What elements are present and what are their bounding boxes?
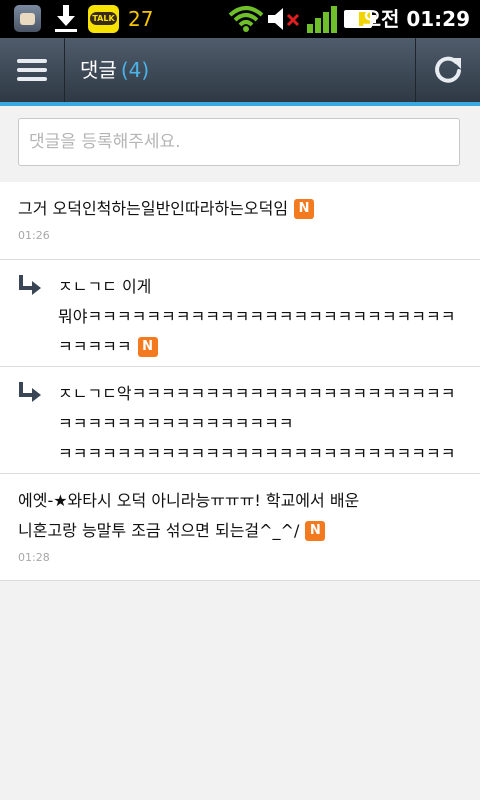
comment-composer [0,106,480,183]
comment-timestamp: 01:28 [18,551,50,564]
comment-item[interactable]: 에엣-★와타시 오덕 아니라능ㅠㅠㅠ! 학교에서 배운니혼고랑 능말투 조금 섞… [0,474,480,581]
kakao-label: TALK [90,12,117,25]
new-badge: N [137,337,158,357]
comment-input[interactable] [18,118,460,166]
comment-text-line: 뭐야ㅋㅋㅋㅋㅋㅋㅋㅋㅋㅋㅋㅋㅋㅋㅋㅋㅋㅋㅋㅋㅋㅋㅋㅋㅋㅋㅋㅋㅋㅋ [58,307,456,356]
comment-body: 에엣-★와타시 오덕 아니라능ㅠㅠㅠ! 학교에서 배운니혼고랑 능말투 조금 섞… [18,486,466,566]
comment-body: ㅈㄴㄱㄷ 이게뭐야ㅋㅋㅋㅋㅋㅋㅋㅋㅋㅋㅋㅋㅋㅋㅋㅋㅋㅋㅋㅋㅋㅋㅋㅋㅋㅋㅋㅋㅋㅋ N… [58,272,466,382]
reply-arrow-icon [19,275,41,295]
comment-text: ㅈㄴㄱㄷ악ㅋㅋㅋㅋㅋㅋㅋㅋㅋㅋㅋㅋㅋㅋㅋㅋㅋㅋㅋㅋㅋㅋㅋㅋㅋㅋㅋㅋㅋㅋㅋㅋㅋㅋㅋ… [58,379,466,439]
comment-text: 뭐야ㅋㅋㅋㅋㅋㅋㅋㅋㅋㅋㅋㅋㅋㅋㅋㅋㅋㅋㅋㅋㅋㅋㅋㅋㅋㅋㅋㅋㅋㅋ N [58,302,466,362]
new-badge: N [294,199,315,219]
page-title-text: 댓글 [80,58,117,82]
download-icon [55,5,77,32]
reply-item[interactable]: ㅈㄴㄱㄷ 이게뭐야ㅋㅋㅋㅋㅋㅋㅋㅋㅋㅋㅋㅋㅋㅋㅋㅋㅋㅋㅋㅋㅋㅋㅋㅋㅋㅋㅋㅋㅋㅋ N… [0,260,480,380]
comment-text: ㅈㄴㄱㄷ 이게 [58,272,466,302]
signal-icon [307,6,337,33]
comment-list: 그거 오덕인척하는일반인따라하는오덕임 N 01:26 ㅈㄴㄱㄷ 이게뭐야ㅋㅋㅋㅋㅋㅋ… [0,182,480,581]
page-title: 댓글 (4) [80,54,149,86]
mute-icon [268,8,300,30]
kakaotalk-icon: TALK [88,5,119,33]
comment-body: 그거 오덕인척하는일반인따라하는오덕임 N 01:26 [18,194,466,244]
comment-text-line: 에엣-★와타시 오덕 아니라능ㅠㅠㅠ! 학교에서 배운 [18,491,360,510]
new-badge: N [305,521,326,541]
menu-button[interactable] [0,38,65,102]
comment-text: 그거 오덕인척하는일반인따라하는오덕임 N [18,194,466,224]
comment-text-line: ㅈㄴㄱㄷ 이게 [58,277,152,296]
comment-timestamp: 01:26 [18,229,50,242]
app-icon [14,5,41,32]
comment-text: 에엣-★와타시 오덕 아니라능ㅠㅠㅠ! 학교에서 배운 [18,486,466,516]
reply-item[interactable]: ㅈㄴㄱㄷ악ㅋㅋㅋㅋㅋㅋㅋㅋㅋㅋㅋㅋㅋㅋㅋㅋㅋㅋㅋㅋㅋㅋㅋㅋㅋㅋㅋㅋㅋㅋㅋㅋㅋㅋㅋ… [0,367,480,517]
refresh-icon [435,56,461,83]
action-bar: 댓글 (4) [0,38,480,102]
refresh-button[interactable] [415,38,480,102]
comment-text-line: 그거 오덕인척하는일반인따라하는오덕임 [18,199,289,218]
comment-text-line: ㅈㄴㄱㄷ악ㅋㅋㅋㅋㅋㅋㅋㅋㅋㅋㅋㅋㅋㅋㅋㅋㅋㅋㅋㅋㅋㅋㅋㅋㅋㅋㅋㅋㅋㅋㅋㅋㅋㅋㅋ… [58,384,456,433]
comment-item[interactable]: 그거 오덕인척하는일반인따라하는오덕임 N 01:26 [0,182,480,260]
reply-arrow-icon [19,382,41,402]
comment-text-line: ㅋㅋㅋㅋㅋㅋㅋㅋㅋㅋㅋㅋㅋㅋㅋㅋㅋㅋㅋㅋㅋㅋㅋㅋㅋㅋㅋ [58,444,456,463]
clock: 오전 01:29 [362,7,470,31]
comment-text: 니혼고랑 능말투 조금 섞으면 되는걸^_^/ N [18,516,466,546]
notification-count: 27 [128,7,154,31]
status-bar: TALK 27 오전 01:29 [0,0,480,38]
comment-count: (4) [120,58,150,82]
wifi-icon [228,6,264,32]
comment-text-line: 니혼고랑 능말투 조금 섞으면 되는걸^_^/ [18,521,300,540]
